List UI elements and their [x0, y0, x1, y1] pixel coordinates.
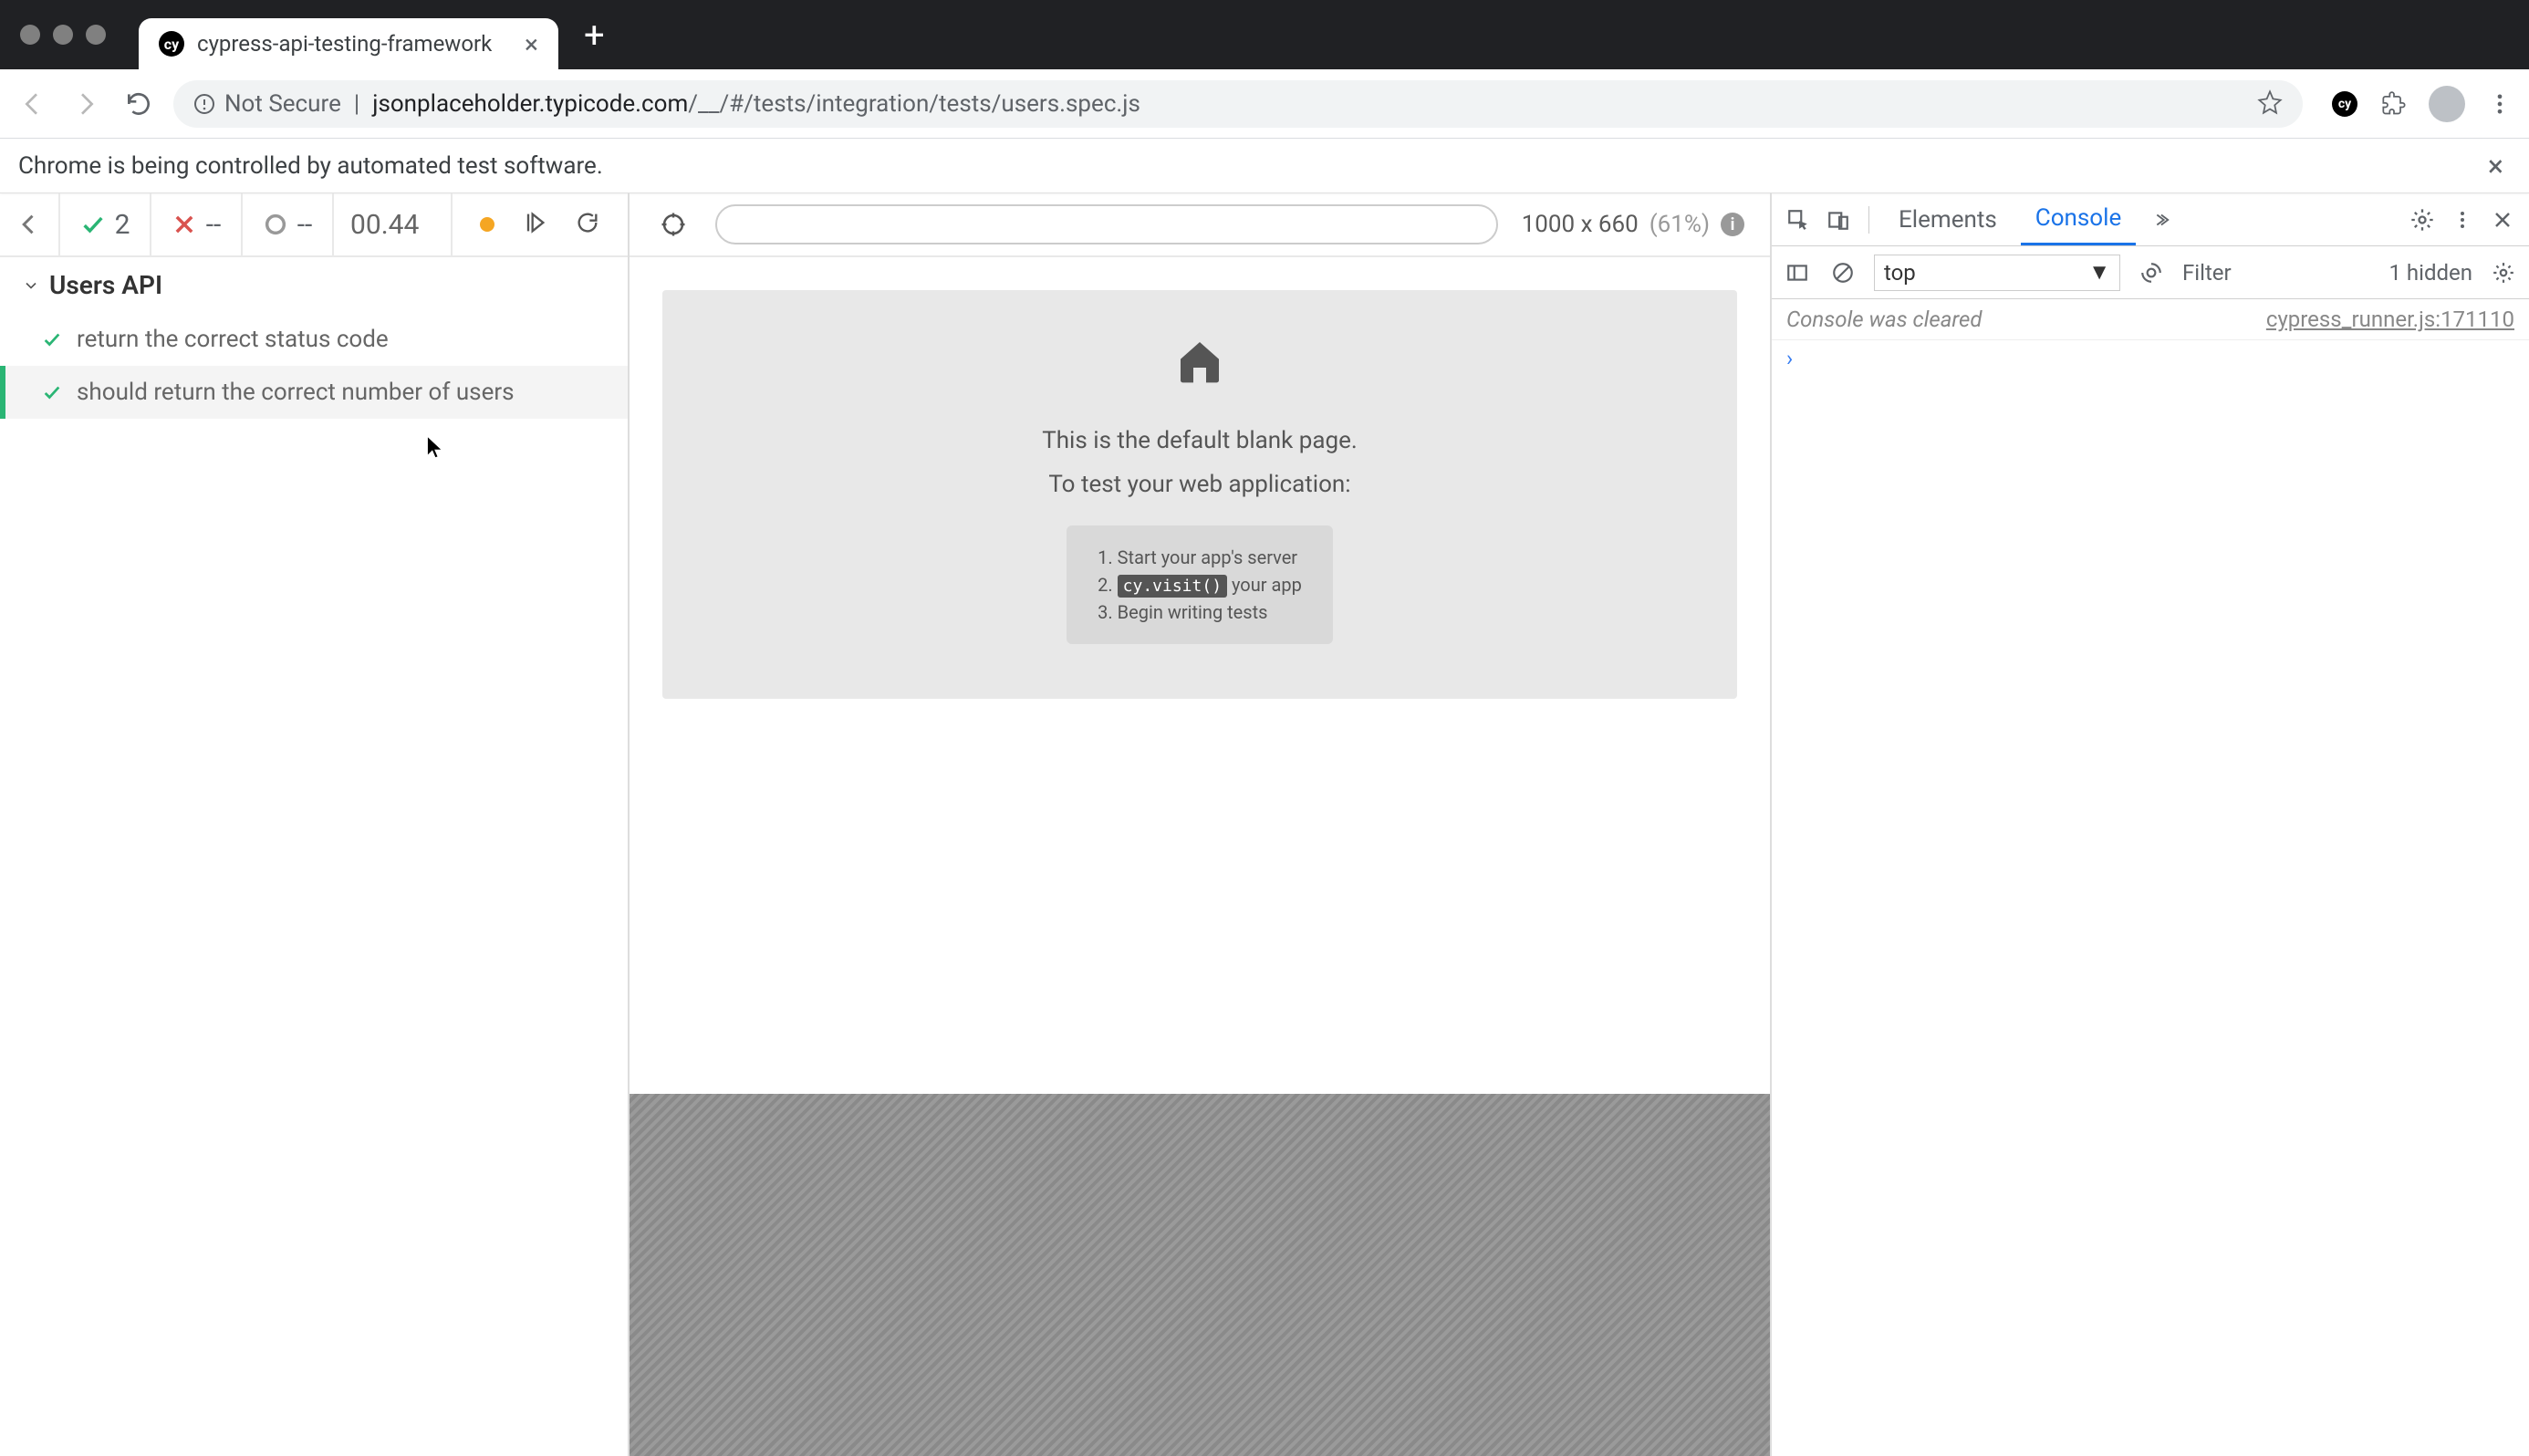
- steps-box: Start your app's server cy.visit() your …: [1067, 525, 1333, 644]
- automation-close-icon[interactable]: ×: [2481, 149, 2511, 183]
- aut-preview-area: 1000 x 660 (61%) i This is the default b…: [630, 193, 1772, 1456]
- browser-tab[interactable]: cy cypress-api-testing-framework ×: [139, 18, 558, 69]
- restart-icon[interactable]: [575, 210, 600, 239]
- failed-count: --: [151, 193, 243, 255]
- suite-header[interactable]: Users API: [0, 257, 628, 313]
- browser-toolbar: Not Secure | jsonplaceholder.typicode.co…: [0, 69, 2529, 139]
- viewport-info[interactable]: 1000 x 660 (61%) i: [1522, 211, 1744, 238]
- bookmark-star-icon[interactable]: [2257, 89, 2283, 119]
- context-value: top: [1884, 260, 1916, 286]
- clear-console-icon[interactable]: [1828, 258, 1858, 287]
- viewport-scale: (61%): [1650, 211, 1710, 238]
- aut-overflow-area: [630, 1094, 1770, 1456]
- test-row[interactable]: return the correct status code: [0, 313, 628, 366]
- next-icon[interactable]: [522, 210, 547, 239]
- aut-url-input[interactable]: [715, 204, 1498, 244]
- selector-playground-icon[interactable]: [655, 206, 692, 243]
- aut-header: 1000 x 660 (61%) i: [630, 193, 1770, 257]
- viewport-dimensions: 1000 x 660: [1522, 211, 1639, 238]
- window-controls[interactable]: [0, 25, 126, 45]
- console-log[interactable]: Console was cleared cypress_runner.js:17…: [1772, 299, 2529, 1456]
- console-toolbar: top ▼ Filter 1 hidden: [1772, 246, 2529, 299]
- live-expression-icon[interactable]: [2137, 258, 2166, 287]
- run-controls: [453, 193, 628, 255]
- cypress-reporter-sidebar: 2 -- -- 00.44 Users API: [0, 193, 630, 1456]
- more-tabs-icon[interactable]: [2145, 204, 2176, 235]
- forward-button[interactable]: [68, 86, 104, 122]
- devtools-panel: Elements Console top ▼ Filter 1 hidden C…: [1772, 193, 2529, 1456]
- extensions-icon[interactable]: [2379, 89, 2409, 119]
- address-bar[interactable]: Not Secure | jsonplaceholder.typicode.co…: [173, 80, 2303, 128]
- minimize-window-icon[interactable]: [53, 25, 73, 45]
- close-window-icon[interactable]: [20, 25, 40, 45]
- hidden-count[interactable]: 1 hidden: [2388, 260, 2472, 286]
- device-toolbar-icon[interactable]: [1823, 204, 1854, 235]
- info-icon[interactable]: i: [1721, 213, 1744, 236]
- settings-gear-icon[interactable]: [2407, 204, 2438, 235]
- reload-button[interactable]: [120, 86, 157, 122]
- kebab-menu-icon[interactable]: [2485, 89, 2514, 119]
- automation-infobar: Chrome is being controlled by automated …: [0, 139, 2529, 193]
- tab-strip: cy cypress-api-testing-framework × +: [0, 0, 2529, 69]
- automation-message: Chrome is being controlled by automated …: [18, 152, 603, 180]
- log-source-link[interactable]: cypress_runner.js:171110: [2266, 307, 2514, 332]
- status-dot-icon: [480, 217, 494, 232]
- test-row[interactable]: should return the correct number of user…: [0, 366, 628, 419]
- log-row: Console was cleared cypress_runner.js:17…: [1772, 299, 2529, 340]
- new-tab-button[interactable]: +: [584, 14, 605, 57]
- blank-subtitle: To test your web application:: [1048, 471, 1350, 498]
- suite-list: Users API return the correct status code…: [0, 257, 628, 1456]
- specs-back-button[interactable]: [0, 193, 60, 255]
- profile-avatar[interactable]: [2429, 86, 2465, 122]
- mouse-cursor-icon: [425, 434, 445, 460]
- console-prompt-icon[interactable]: ›: [1772, 340, 2529, 377]
- tab-console[interactable]: Console: [2021, 193, 2136, 245]
- kebab-menu-icon[interactable]: [2447, 204, 2478, 235]
- toggle-sidebar-icon[interactable]: [1783, 258, 1812, 287]
- duration: 00.44: [334, 193, 453, 255]
- check-icon: [42, 329, 62, 349]
- step-item: Begin writing tests: [1098, 598, 1302, 626]
- step-item: Start your app's server: [1098, 544, 1302, 571]
- console-settings-icon[interactable]: [2489, 258, 2518, 287]
- aut-body: This is the default blank page. To test …: [630, 257, 1770, 1456]
- devtools-tabs: Elements Console: [1772, 193, 2529, 246]
- log-message: Console was cleared: [1786, 307, 1983, 332]
- passed-count: 2: [60, 193, 151, 255]
- chevron-down-icon: [22, 276, 40, 295]
- close-icon[interactable]: [2487, 204, 2518, 235]
- close-tab-icon[interactable]: ×: [525, 29, 538, 59]
- execution-context-select[interactable]: top ▼: [1874, 255, 2120, 291]
- inspect-element-icon[interactable]: [1783, 204, 1814, 235]
- pending-count: --: [243, 193, 334, 255]
- tab-title: cypress-api-testing-framework: [197, 31, 512, 57]
- security-indicator[interactable]: Not Secure: [193, 90, 341, 118]
- check-icon: [42, 382, 62, 402]
- blank-title: This is the default blank page.: [1042, 427, 1358, 454]
- cypress-stats-header: 2 -- -- 00.44: [0, 193, 628, 257]
- test-title: return the correct status code: [77, 326, 389, 353]
- tab-favicon-icon: cy: [159, 31, 184, 57]
- toolbar-right: cy: [2330, 86, 2514, 122]
- tab-elements[interactable]: Elements: [1884, 193, 2012, 245]
- step-item: cy.visit() your app: [1098, 571, 1302, 598]
- cypress-extension-icon[interactable]: cy: [2330, 89, 2359, 119]
- suite-name: Users API: [49, 270, 162, 300]
- filter-input[interactable]: Filter: [2182, 260, 2232, 286]
- url-text: jsonplaceholder.typicode.com/__/#/tests/…: [372, 90, 1140, 118]
- test-title: should return the correct number of user…: [77, 379, 515, 406]
- security-label: Not Secure: [224, 90, 341, 118]
- blank-page-card: This is the default blank page. To test …: [662, 290, 1737, 699]
- back-button[interactable]: [15, 86, 51, 122]
- maximize-window-icon[interactable]: [86, 25, 106, 45]
- chevron-down-icon: ▼: [2088, 259, 2110, 286]
- browser-chrome: cy cypress-api-testing-framework × + Not…: [0, 0, 2529, 139]
- home-icon: [1174, 336, 1225, 390]
